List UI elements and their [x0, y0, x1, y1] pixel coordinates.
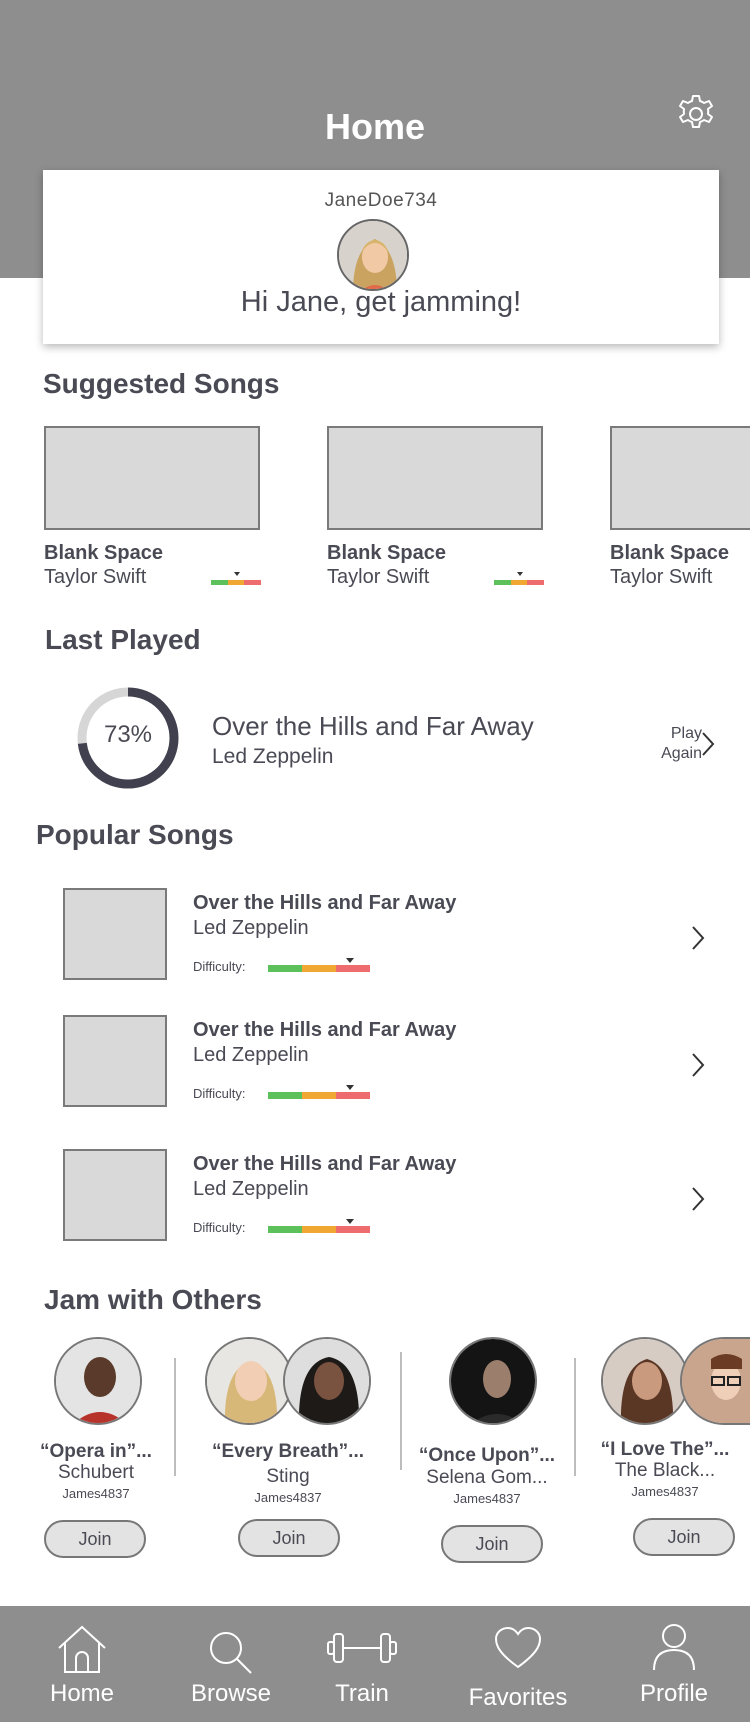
- last-played-artist: Led Zeppelin: [212, 745, 334, 768]
- jam-user-avatar[interactable]: [205, 1337, 293, 1425]
- jam-artist: Sting: [266, 1466, 310, 1487]
- jam-username: James4837: [62, 1486, 130, 1501]
- song-title: Over the Hills and Far Away: [193, 892, 457, 914]
- nav-browse[interactable]: Browse: [176, 1606, 286, 1722]
- nav-train[interactable]: Train: [314, 1606, 410, 1722]
- popular-song-row[interactable]: Over the Hills and Far Away Led Zeppelin…: [0, 1015, 750, 1111]
- difficulty-bar: [494, 572, 544, 585]
- song-title: Over the Hills and Far Away: [193, 1019, 457, 1041]
- greeting: Hi Jane, get jamming!: [240, 286, 522, 318]
- chevron-right-icon: [702, 732, 715, 756]
- difficulty-bar: [268, 1219, 370, 1233]
- song-artist: Led Zeppelin: [193, 1044, 309, 1066]
- difficulty-bar: [211, 572, 261, 585]
- suggested-song-artist: Taylor Swift: [327, 566, 430, 588]
- nav-favorites[interactable]: Favorites: [454, 1606, 582, 1722]
- song-artist: Led Zeppelin: [193, 917, 309, 939]
- jam-artist: The Black...: [614, 1460, 716, 1481]
- join-button[interactable]: Join: [44, 1520, 146, 1558]
- user-avatar[interactable]: [337, 219, 409, 291]
- jam-username: James4837: [453, 1491, 521, 1506]
- person-icon: [653, 1624, 695, 1671]
- nav-label: Home: [49, 1680, 115, 1707]
- bottom-navigation: Home Browse Train Favorites Profile: [0, 1606, 750, 1722]
- gear-icon: [679, 95, 713, 128]
- profile-card: JaneDoe734 Hi Jane, get jamming!: [43, 170, 719, 344]
- suggested-song-title: Blank Space: [610, 542, 729, 564]
- join-button[interactable]: Join: [633, 1518, 735, 1556]
- jam-artist: Schubert: [57, 1462, 135, 1483]
- jam-song-title: “Every Breath”...: [211, 1441, 365, 1462]
- difficulty-label: Difficulty:: [193, 1086, 246, 1101]
- dumbbell-icon: [327, 1633, 397, 1663]
- last-played-heading: Last Played: [45, 624, 201, 655]
- song-thumbnail[interactable]: [63, 1015, 167, 1107]
- divider: [574, 1358, 576, 1476]
- page-title: Home: [324, 106, 426, 147]
- nav-profile[interactable]: Profile: [626, 1606, 722, 1722]
- jam-username: James4837: [631, 1484, 699, 1499]
- suggested-songs-heading: Suggested Songs: [43, 368, 280, 399]
- home-icon: [58, 1625, 106, 1673]
- username: JaneDoe734: [324, 190, 438, 211]
- difficulty-label: Difficulty:: [193, 1220, 246, 1235]
- chevron-right-icon[interactable]: [690, 1051, 706, 1079]
- chevron-right-icon[interactable]: [690, 1185, 706, 1213]
- join-button[interactable]: Join: [441, 1525, 543, 1563]
- difficulty-label: Difficulty:: [193, 959, 246, 974]
- song-title: Over the Hills and Far Away: [193, 1153, 457, 1175]
- nav-label: Train: [335, 1680, 389, 1707]
- suggested-song-artist: Taylor Swift: [610, 566, 713, 588]
- play-again-button[interactable]: Play Again: [630, 722, 718, 772]
- jam-user-avatar[interactable]: [680, 1337, 750, 1425]
- song-thumbnail[interactable]: [63, 888, 167, 980]
- progress-percent: 73%: [103, 721, 153, 748]
- popular-songs-heading: Popular Songs: [36, 819, 234, 850]
- jam-song-title: “Opera in”...: [40, 1441, 152, 1462]
- difficulty-bar: [268, 1085, 370, 1099]
- nav-label: Favorites: [468, 1684, 568, 1711]
- difficulty-bar: [268, 958, 370, 972]
- search-icon: [210, 1632, 252, 1674]
- suggested-song-artist: Taylor Swift: [44, 566, 147, 588]
- jam-user-avatar[interactable]: [601, 1337, 689, 1425]
- heart-icon: [494, 1626, 542, 1669]
- jam-song-title: “I Love The”...: [600, 1439, 730, 1460]
- popular-song-row[interactable]: Over the Hills and Far Away Led Zeppelin…: [0, 1149, 750, 1245]
- song-artist: Led Zeppelin: [193, 1178, 309, 1200]
- suggested-song-title: Blank Space: [327, 542, 446, 564]
- suggested-song-thumbnail[interactable]: [44, 426, 260, 530]
- jam-artist: Selena Gom...: [426, 1467, 548, 1488]
- jam-user-avatar[interactable]: [449, 1337, 537, 1425]
- suggested-song-thumbnail[interactable]: [610, 426, 750, 530]
- join-button[interactable]: Join: [238, 1519, 340, 1557]
- jam-user-avatar[interactable]: [283, 1337, 371, 1425]
- jam-user-avatar[interactable]: [54, 1337, 142, 1425]
- divider: [174, 1358, 176, 1476]
- nav-label: Profile: [639, 1680, 709, 1707]
- last-played-song-title: Over the Hills and Far Away: [212, 711, 534, 741]
- settings-button[interactable]: [674, 92, 718, 136]
- nav-label: Browse: [190, 1680, 272, 1707]
- suggested-song-thumbnail[interactable]: [327, 426, 543, 530]
- play-again-label: Play Again: [661, 725, 702, 762]
- jam-with-others-heading: Jam with Others: [44, 1284, 262, 1315]
- chevron-right-icon[interactable]: [690, 924, 706, 952]
- suggested-song-title: Blank Space: [44, 542, 163, 564]
- jam-song-title: “Once Upon”...: [418, 1445, 556, 1466]
- jam-username: James4837: [254, 1490, 322, 1505]
- popular-song-row[interactable]: Over the Hills and Far Away Led Zeppelin…: [0, 888, 750, 984]
- nav-home[interactable]: Home: [34, 1606, 130, 1722]
- song-thumbnail[interactable]: [63, 1149, 167, 1241]
